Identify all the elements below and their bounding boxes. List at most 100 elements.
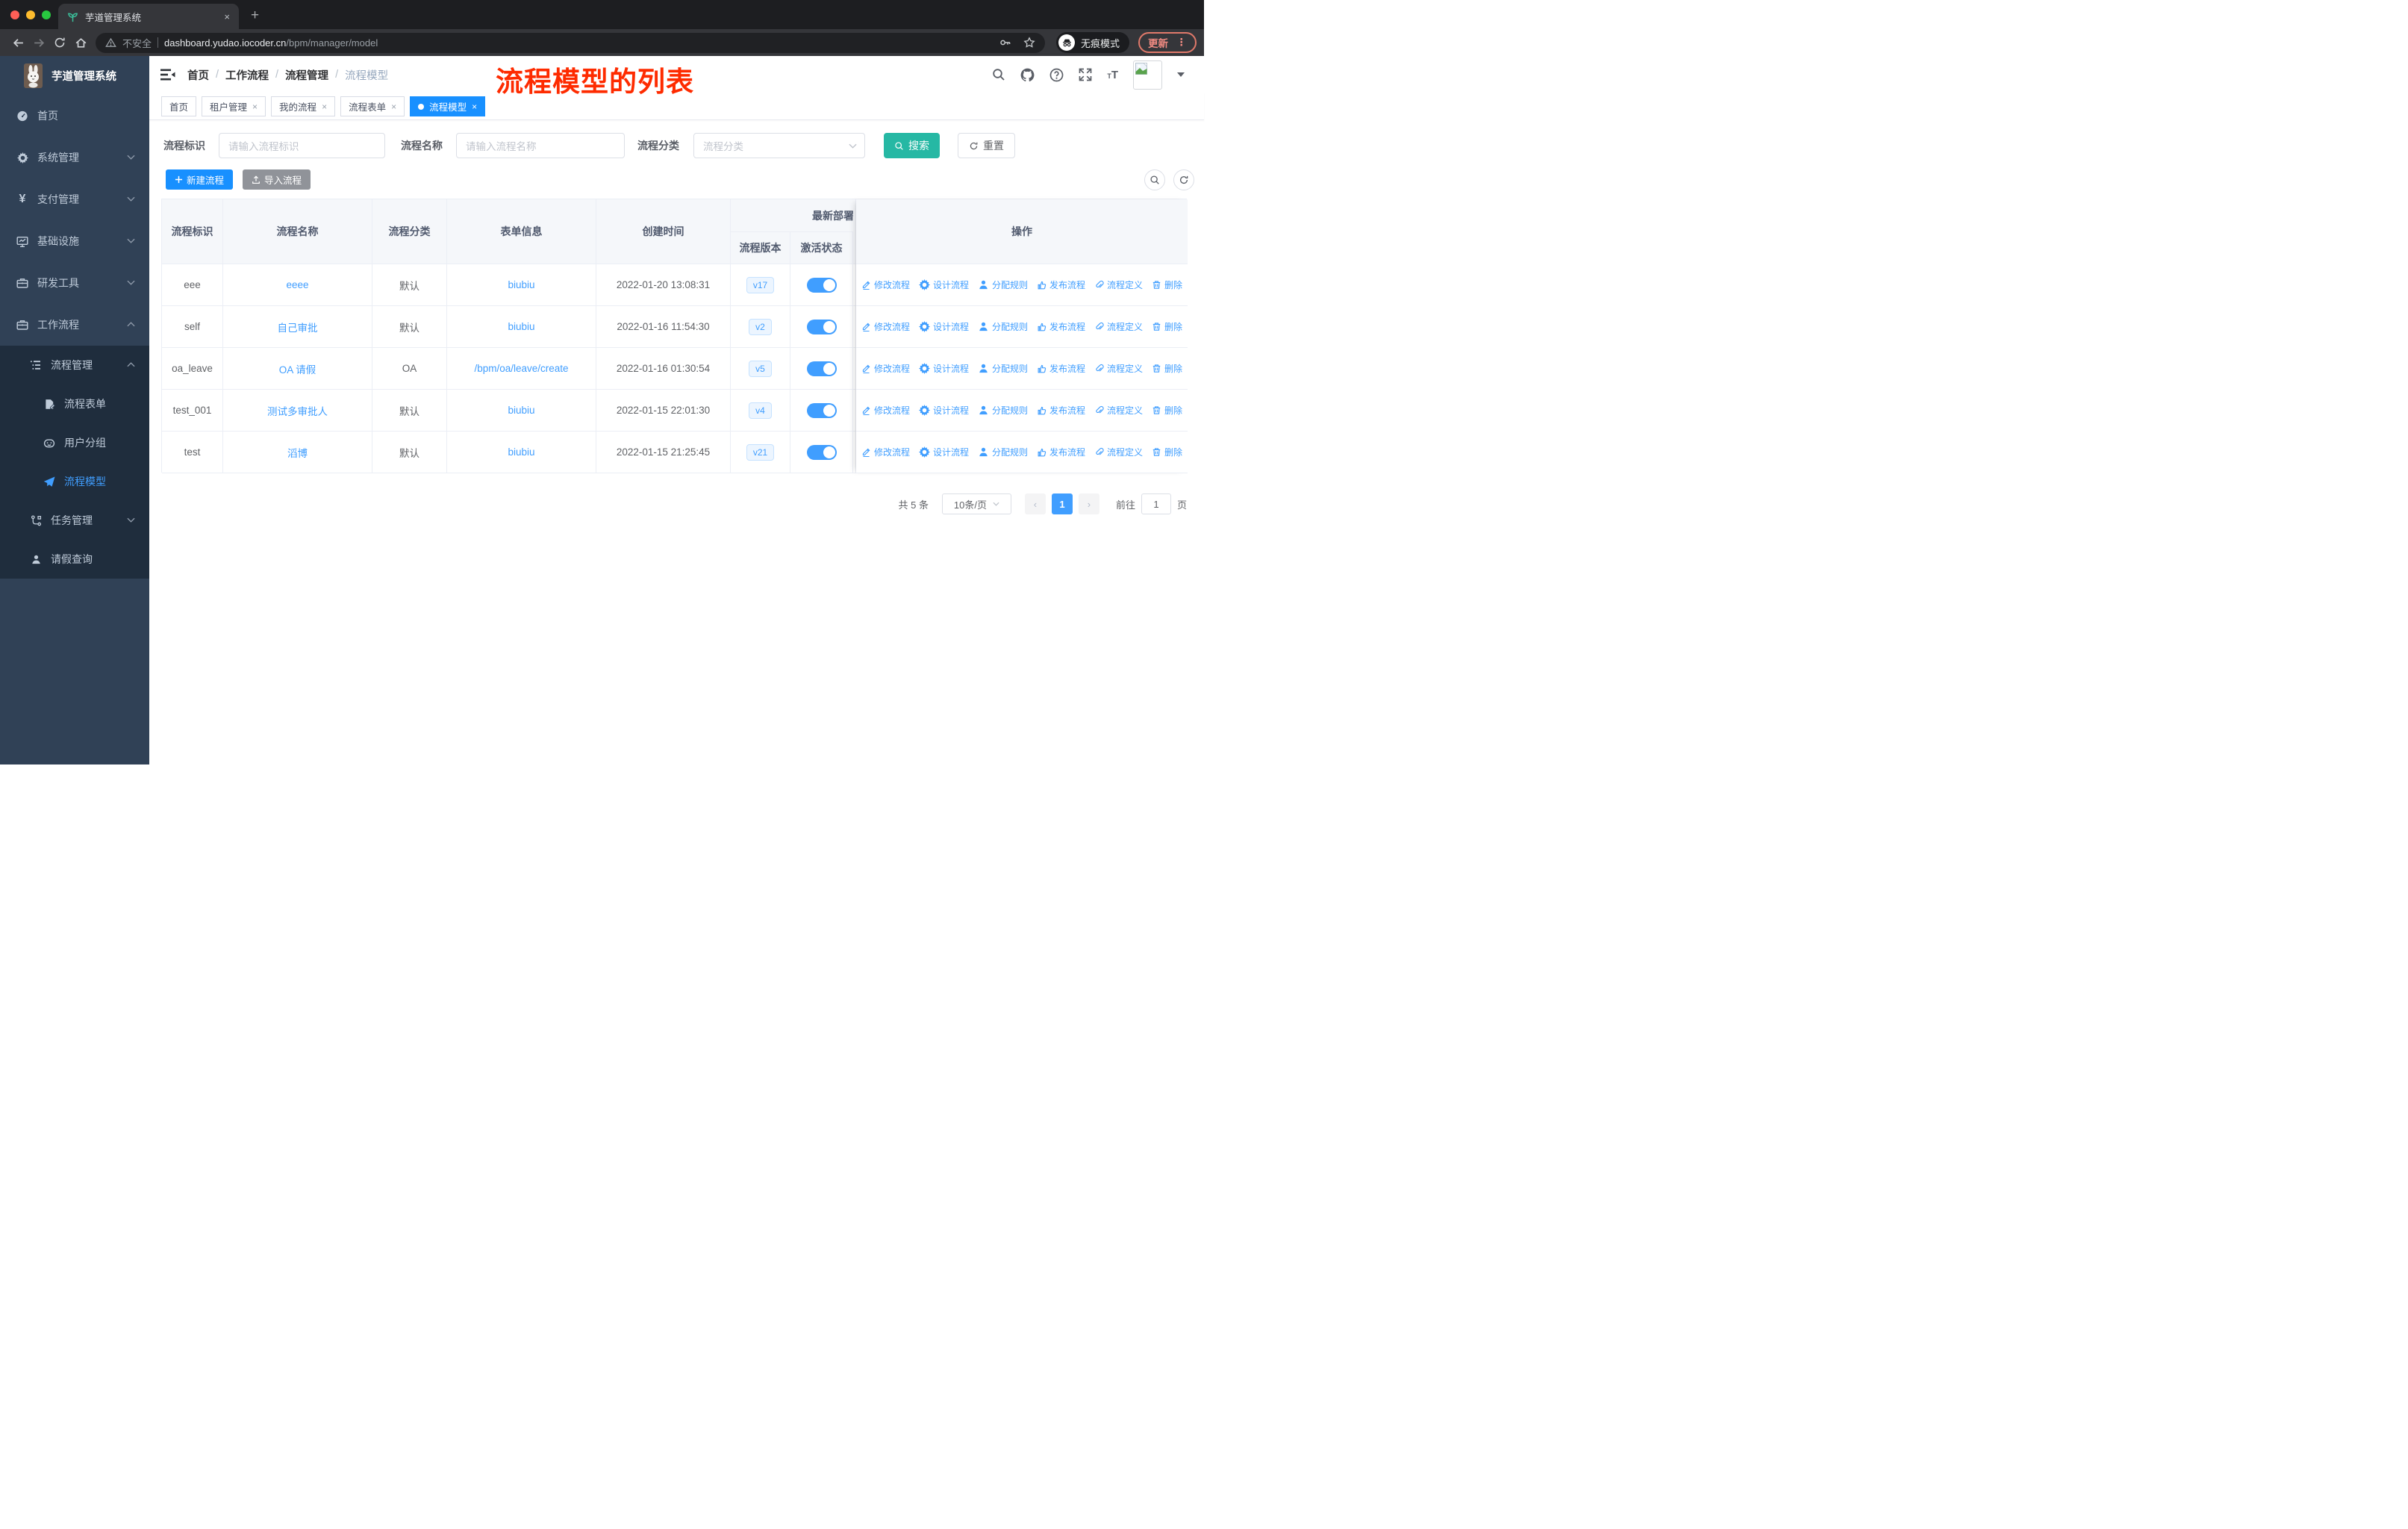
action-修改流程[interactable]: 修改流程 <box>861 278 910 291</box>
form-link[interactable]: biubiu <box>508 446 534 458</box>
sidebar-fold-icon[interactable] <box>160 68 175 81</box>
github-icon[interactable] <box>1020 68 1035 82</box>
close-tab-icon[interactable]: × <box>472 102 477 112</box>
not-secure-warning-icon[interactable] <box>105 37 116 49</box>
action-分配规则[interactable]: 分配规则 <box>978 362 1028 375</box>
maximize-window-button[interactable] <box>42 10 51 19</box>
action-发布流程[interactable]: 发布流程 <box>1037 446 1085 458</box>
avatar-caret-down-icon[interactable] <box>1177 72 1185 77</box>
tab-我的流程[interactable]: 我的流程 × <box>271 96 336 116</box>
form-link[interactable]: /bpm/oa/leave/create <box>474 363 568 374</box>
active-toggle[interactable] <box>806 319 837 334</box>
close-tab-icon[interactable]: × <box>391 102 396 112</box>
breadcrumb-item-流程管理[interactable]: 流程管理 <box>285 67 328 83</box>
sidebar-item-工作流程[interactable]: 工作流程 <box>0 304 149 346</box>
action-设计流程[interactable]: 设计流程 <box>918 362 969 375</box>
current-page-button[interactable]: 1 <box>1051 493 1073 514</box>
update-label[interactable]: 更新 <box>1148 35 1168 50</box>
action-流程定义[interactable]: 流程定义 <box>1094 362 1143 375</box>
filter-select-流程分类[interactable]: 流程分类 <box>693 133 865 158</box>
search-icon[interactable] <box>992 68 1005 81</box>
table-search-icon[interactable] <box>1144 169 1165 190</box>
bookmark-star-icon[interactable] <box>1023 37 1035 49</box>
action-设计流程[interactable]: 设计流程 <box>918 278 969 291</box>
table-refresh-icon[interactable] <box>1173 169 1194 190</box>
tab-租户管理[interactable]: 租户管理 × <box>202 96 266 116</box>
action-删除[interactable]: 删除 <box>1152 278 1182 291</box>
browser-menu-dots-icon[interactable]: ⋮ <box>1176 37 1187 49</box>
sidebar-item-基础设施[interactable]: 基础设施 <box>0 220 149 262</box>
sidebar-item-研发工具[interactable]: 研发工具 <box>0 262 149 304</box>
filter-input-流程名称[interactable]: 请输入流程名称 <box>456 133 625 158</box>
fullscreen-icon[interactable] <box>1079 68 1092 81</box>
home-icon[interactable] <box>70 37 91 49</box>
sidebar-item-用户分组[interactable]: 用户分组 <box>0 423 149 462</box>
sidebar-item-任务管理[interactable]: 任务管理 <box>0 501 149 540</box>
action-发布流程[interactable]: 发布流程 <box>1037 320 1085 333</box>
form-link[interactable]: biubiu <box>508 279 534 290</box>
action-分配规则[interactable]: 分配规则 <box>978 404 1028 417</box>
import-process-button[interactable]: 导入流程 <box>243 169 311 190</box>
browser-update-chip[interactable]: 更新 ⋮ <box>1138 32 1197 53</box>
action-删除[interactable]: 删除 <box>1152 446 1182 458</box>
sidebar-item-流程模型[interactable]: 流程模型 <box>0 462 149 501</box>
font-size-icon[interactable]: TT <box>1107 69 1118 81</box>
action-分配规则[interactable]: 分配规则 <box>978 320 1028 333</box>
process-name-link[interactable]: OA 请假 <box>279 361 316 376</box>
close-tab-icon[interactable]: × <box>224 11 230 22</box>
minimize-window-button[interactable] <box>26 10 35 19</box>
action-修改流程[interactable]: 修改流程 <box>861 362 910 375</box>
sidebar-item-系统管理[interactable]: 系统管理 <box>0 137 149 178</box>
page-size-select[interactable]: 10条/页 <box>941 493 1011 514</box>
version-badge[interactable]: v2 <box>749 318 772 335</box>
process-name-link[interactable]: 自己审批 <box>278 320 318 334</box>
action-修改流程[interactable]: 修改流程 <box>861 404 910 417</box>
active-toggle[interactable] <box>806 444 837 460</box>
action-删除[interactable]: 删除 <box>1152 320 1182 333</box>
url-bar[interactable]: 不安全 dashboard.yudao.iocoder.cn/bpm/manag… <box>96 32 1045 53</box>
search-button[interactable]: 搜索 <box>884 133 940 158</box>
action-修改流程[interactable]: 修改流程 <box>861 320 910 333</box>
active-toggle[interactable] <box>806 402 837 418</box>
sidebar-item-流程表单[interactable]: 流程表单 <box>0 384 149 423</box>
action-分配规则[interactable]: 分配规则 <box>978 278 1028 291</box>
prev-page-button[interactable]: ‹ <box>1024 493 1046 514</box>
tab-首页[interactable]: 首页 <box>161 96 197 116</box>
process-name-link[interactable]: eeee <box>286 279 308 290</box>
close-tab-icon[interactable]: × <box>252 102 258 112</box>
action-设计流程[interactable]: 设计流程 <box>918 446 969 458</box>
form-link[interactable]: biubiu <box>508 405 534 416</box>
browser-tab[interactable]: 芋道管理系统 × <box>58 4 239 29</box>
help-icon[interactable] <box>1049 68 1064 82</box>
back-icon[interactable] <box>7 37 28 49</box>
user-avatar[interactable] <box>1133 60 1162 90</box>
reload-icon[interactable] <box>49 37 70 49</box>
action-修改流程[interactable]: 修改流程 <box>861 446 910 458</box>
active-toggle[interactable] <box>806 277 837 293</box>
active-toggle[interactable] <box>806 361 837 376</box>
version-badge[interactable]: v4 <box>749 402 772 419</box>
action-流程定义[interactable]: 流程定义 <box>1094 278 1143 291</box>
sidebar-item-流程管理[interactable]: 流程管理 <box>0 346 149 384</box>
action-删除[interactable]: 删除 <box>1152 362 1182 375</box>
sidebar-item-支付管理[interactable]: ¥ 支付管理 <box>0 178 149 220</box>
action-流程定义[interactable]: 流程定义 <box>1094 446 1143 458</box>
sidebar-item-请假查询[interactable]: 请假查询 <box>0 540 149 579</box>
action-设计流程[interactable]: 设计流程 <box>918 320 969 333</box>
reset-button[interactable]: 重置 <box>958 133 1015 158</box>
action-发布流程[interactable]: 发布流程 <box>1037 362 1085 375</box>
filter-input-流程标识[interactable]: 请输入流程标识 <box>219 133 385 158</box>
goto-page-input[interactable] <box>1141 493 1171 514</box>
new-tab-button[interactable]: + <box>251 7 259 24</box>
breadcrumb-item-工作流程[interactable]: 工作流程 <box>225 67 269 83</box>
form-link[interactable]: biubiu <box>508 321 534 332</box>
create-process-button[interactable]: 新建流程 <box>166 169 234 190</box>
version-badge[interactable]: v5 <box>749 360 772 377</box>
action-发布流程[interactable]: 发布流程 <box>1037 404 1085 417</box>
action-流程定义[interactable]: 流程定义 <box>1094 404 1143 417</box>
action-删除[interactable]: 删除 <box>1152 404 1182 417</box>
tab-流程表单[interactable]: 流程表单 × <box>340 96 405 116</box>
breadcrumb-item-首页[interactable]: 首页 <box>187 67 209 83</box>
app-logo[interactable]: 芋道管理系统 <box>0 56 149 95</box>
action-分配规则[interactable]: 分配规则 <box>978 446 1028 458</box>
